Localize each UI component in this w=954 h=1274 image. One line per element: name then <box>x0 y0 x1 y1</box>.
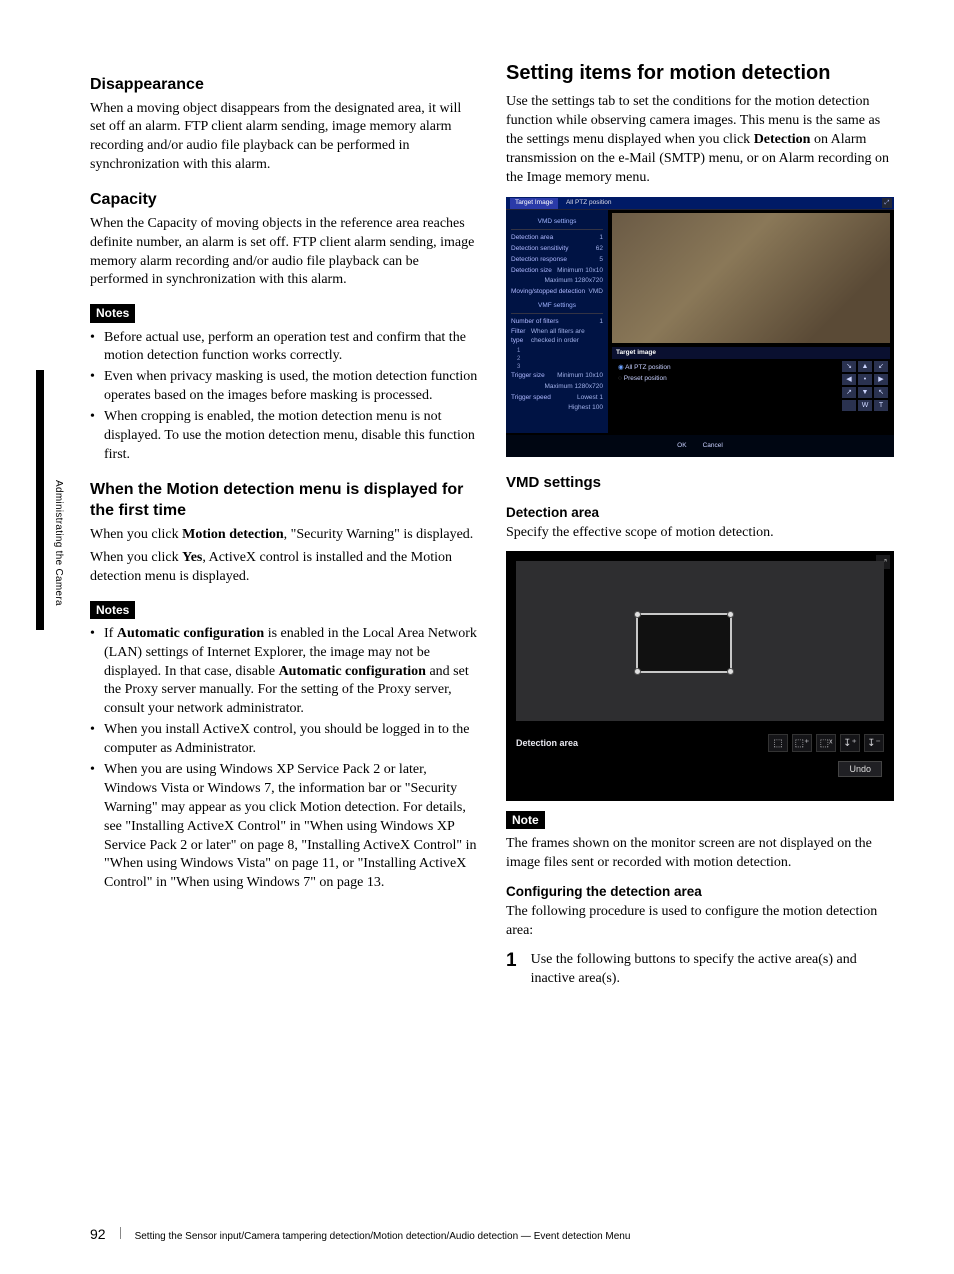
note-item: Before actual use, perform an operation … <box>90 329 478 367</box>
left-column: Disappearance When a moving object disap… <box>90 60 478 1194</box>
detection-canvas[interactable] <box>516 561 884 721</box>
step-number: 1 <box>506 951 517 989</box>
area-add-button[interactable]: ⬚⁺ <box>792 734 812 752</box>
section-vmf-label: VMF settings <box>511 302 603 314</box>
zoom-tele-button[interactable]: T <box>874 400 888 411</box>
dialog-buttons: OK Cancel <box>506 435 894 457</box>
ptz-button[interactable]: ↘ <box>842 361 856 372</box>
heading-first-time: When the Motion detection menu is displa… <box>90 479 478 522</box>
resize-handle[interactable] <box>727 668 734 675</box>
radio-all-ptz[interactable]: All PTZ position <box>618 363 671 374</box>
resize-handle[interactable] <box>634 611 641 618</box>
heading-disappearance: Disappearance <box>90 74 478 96</box>
notes-label-2: Notes <box>90 601 135 619</box>
detection-frame[interactable] <box>636 613 732 673</box>
ptz-button[interactable]: ◀ <box>842 374 856 385</box>
position-radio-group: All PTZ position Preset position <box>618 363 671 385</box>
ptz-button[interactable]: ↗ <box>842 387 856 398</box>
para-intro: Use the settings tab to set the conditio… <box>506 93 894 187</box>
page-number: 92 <box>90 1225 106 1244</box>
settings-side-panel: VMD settings Detection area1 Detection s… <box>506 210 608 433</box>
para-detection-area: Specify the effective scope of motion de… <box>506 524 894 543</box>
footer-text: Setting the Sensor input/Camera tamperin… <box>135 1230 631 1244</box>
notes-list-2: If Automatic configuration is enabled in… <box>90 625 478 893</box>
ptz-button[interactable]: ▲ <box>858 361 872 372</box>
area-select-button[interactable]: ⬚ <box>768 734 788 752</box>
ptz-button[interactable]: ▶ <box>874 374 888 385</box>
ptz-button[interactable]: ▼ <box>858 387 872 398</box>
heading-vmd-settings: VMD settings <box>506 473 894 493</box>
radio-preset[interactable]: Preset position <box>618 374 671 385</box>
detection-area-toolbar-label: Detection area <box>516 737 578 749</box>
note-item: When cropping is enabled, the motion det… <box>90 408 478 465</box>
para-first-time-b: When you click Yes, ActiveX control is i… <box>90 549 478 587</box>
undo-button[interactable]: Undo <box>838 761 882 777</box>
area-delete-button[interactable]: ⬚ˣ <box>816 734 836 752</box>
side-tab: Administrating the Camera <box>36 370 72 630</box>
target-image-bar: Target image <box>612 347 890 359</box>
tab-target-image[interactable]: Target Image <box>510 198 558 209</box>
heading-configuring: Configuring the detection area <box>506 883 894 901</box>
resize-handle[interactable] <box>727 611 734 618</box>
detection-toolbar: Detection area ⬚ ⬚⁺ ⬚ˣ ↧⁺ ↧⁻ <box>516 729 884 757</box>
page-body: Disappearance When a moving object disap… <box>0 0 954 1234</box>
step-1: 1 Use the following buttons to specify t… <box>506 951 894 989</box>
inactive-remove-button[interactable]: ↧⁻ <box>864 734 884 752</box>
note-label: Note <box>506 811 545 829</box>
notes-list-1: Before actual use, perform an operation … <box>90 329 478 465</box>
right-column: Setting items for motion detection Use t… <box>506 60 894 1194</box>
settings-screenshot: Target Image All PTZ position ⤢ VMD sett… <box>506 197 894 457</box>
heading-setting-items: Setting items for motion detection <box>506 60 894 87</box>
ok-button[interactable]: OK <box>677 442 686 451</box>
side-tab-label: Administrating the Camera <box>51 480 65 606</box>
heading-capacity: Capacity <box>90 189 478 211</box>
para-configuring: The following procedure is used to confi… <box>506 903 894 941</box>
notes-label-1: Notes <box>90 304 135 322</box>
ptz-button[interactable]: ↙ <box>874 361 888 372</box>
note-item: If Automatic configuration is enabled in… <box>90 625 478 719</box>
ptz-control-pad: ↘ ▲ ↙ ◀ • ▶ ↗ ▼ ↖ W T <box>842 361 888 411</box>
para-disappearance: When a moving object disappears from the… <box>90 100 478 176</box>
page-footer: 92 Setting the Sensor input/Camera tampe… <box>90 1225 894 1244</box>
camera-preview <box>612 213 890 343</box>
para-first-time-a: When you click Motion detection, "Securi… <box>90 526 478 545</box>
note-item: Even when privacy masking is used, the m… <box>90 368 478 406</box>
tab-all-ptz[interactable]: All PTZ position <box>566 199 612 208</box>
detection-area-screenshot: ⤢ Detection area ⬚ ⬚⁺ ⬚ˣ ↧⁺ ↧⁻ Undo <box>506 551 894 801</box>
heading-detection-area: Detection area <box>506 504 894 522</box>
resize-handle[interactable] <box>634 668 641 675</box>
expand-icon[interactable]: ⤢ <box>882 198 892 208</box>
para-capacity: When the Capacity of moving objects in t… <box>90 215 478 291</box>
step-text: Use the following buttons to specify the… <box>531 951 894 989</box>
screenshot-tabbar: Target Image All PTZ position <box>506 197 894 210</box>
note-item: When you are using Windows XP Service Pa… <box>90 761 478 893</box>
zoom-wide-button[interactable]: W <box>858 400 872 411</box>
ptz-button[interactable]: ↖ <box>874 387 888 398</box>
note-item: When you install ActiveX control, you sh… <box>90 721 478 759</box>
ptz-button[interactable]: • <box>858 374 872 385</box>
inactive-add-button[interactable]: ↧⁺ <box>840 734 860 752</box>
section-vmd-label: VMD settings <box>511 218 603 230</box>
para-note: The frames shown on the monitor screen a… <box>506 835 894 873</box>
cancel-button[interactable]: Cancel <box>703 442 723 451</box>
